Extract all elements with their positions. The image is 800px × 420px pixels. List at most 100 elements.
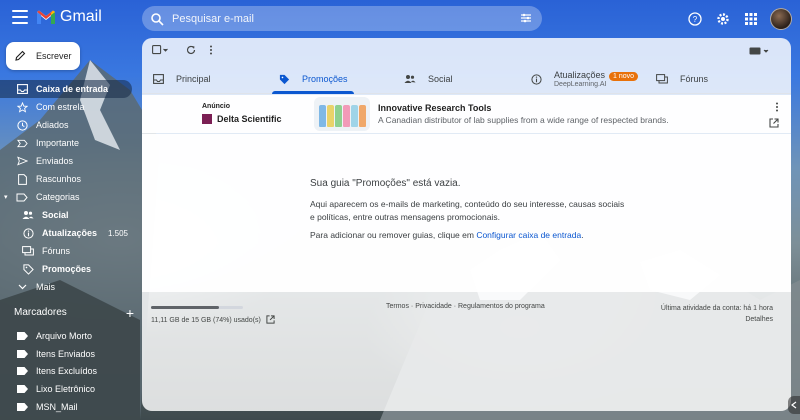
- sidebar-item-label: Importante: [36, 138, 80, 148]
- sidebar-item-sent[interactable]: Enviados: [0, 152, 140, 170]
- search-icon[interactable]: [150, 12, 164, 26]
- footer: 11,11 GB de 15 GB (74%) usado(s) Termos …: [142, 300, 791, 340]
- settings-gear-icon[interactable]: [714, 10, 732, 28]
- search-options-icon[interactable]: [520, 12, 532, 24]
- footer-links: Termos · Privacidade · Regulamentos do p…: [386, 303, 545, 310]
- apps-grid-icon[interactable]: [742, 10, 760, 28]
- open-external-icon[interactable]: [266, 315, 275, 326]
- forum-icon: [656, 73, 668, 85]
- app-name: Gmail: [60, 8, 102, 25]
- sidebar-item-label: Arquivo Morto: [36, 330, 93, 341]
- empty-hint: Para adicionar ou remover guias, clique …: [310, 230, 584, 240]
- sidebar-label-item[interactable]: Arquivo Morto: [0, 327, 140, 345]
- sidebar-item-drafts[interactable]: Rascunhos: [0, 170, 140, 188]
- program-policies-link[interactable]: Regulamentos do programa: [458, 303, 545, 310]
- sidebar-item-label: Mais: [36, 282, 56, 292]
- storage-text: 11,11 GB de 15 GB (74%) usado(s): [151, 317, 261, 324]
- compose-button[interactable]: Escrever: [6, 42, 80, 70]
- tag-icon: [22, 263, 34, 275]
- important-icon: [16, 137, 28, 149]
- open-external-icon[interactable]: [769, 117, 779, 131]
- tab-primary[interactable]: Principal: [152, 64, 211, 94]
- people-icon: [404, 73, 416, 85]
- activity-details-link[interactable]: Detalhes: [661, 314, 773, 325]
- gmail-logo[interactable]: Gmail: [36, 8, 102, 26]
- ad-sender: Delta Scientific: [217, 114, 282, 124]
- clock-icon: [16, 119, 28, 131]
- label-icon: [16, 330, 28, 342]
- sidebar-item-snoozed[interactable]: Adiados: [0, 116, 140, 134]
- tab-label: Fóruns: [680, 74, 709, 84]
- label-icon: [16, 348, 28, 360]
- labels-header: Marcadores +: [14, 306, 134, 320]
- tab-sublabel: DeepLearning.AI: [554, 81, 607, 88]
- tab-social[interactable]: Social: [404, 64, 453, 94]
- more-options-icon[interactable]: [209, 44, 213, 58]
- tab-label: Social: [428, 74, 453, 84]
- star-icon: [16, 101, 28, 113]
- storage-meter: [151, 306, 243, 309]
- side-panel-toggle[interactable]: [788, 396, 800, 414]
- account-avatar[interactable]: [770, 8, 792, 30]
- sidebar-item-starred[interactable]: Com estrela: [0, 98, 140, 116]
- labels-heading: Marcadores: [14, 307, 67, 318]
- sidebar-item-label: Categorias: [36, 192, 80, 202]
- pencil-icon: [15, 50, 26, 61]
- sidebar-label-item[interactable]: Itens Enviados: [0, 345, 140, 363]
- search-bar[interactable]: [142, 6, 542, 31]
- label-icon: [16, 383, 28, 395]
- empty-tab-message: Sua guia "Promoções" está vazia. Aqui ap…: [142, 134, 791, 292]
- sidebar-label-item[interactable]: MSN_Mail: [0, 398, 140, 416]
- sidebar-item-label: Caixa de entrada: [36, 84, 109, 94]
- advertiser-logo: [202, 114, 212, 124]
- sidebar-item-more[interactable]: Mais: [0, 278, 140, 296]
- sidebar-item-categories[interactable]: ▾ Categorias: [0, 188, 140, 206]
- sidebar-item-social[interactable]: Social: [0, 206, 140, 224]
- sidebar-item-label: MSN_Mail: [36, 402, 78, 413]
- refresh-icon[interactable]: [186, 44, 196, 58]
- input-tools-keyboard-icon[interactable]: [749, 44, 771, 58]
- tab-forums[interactable]: Fóruns: [656, 64, 708, 94]
- empty-body: Aqui aparecem os e-mails de marketing, c…: [310, 199, 625, 222]
- empty-hint-suffix: .: [581, 230, 584, 240]
- sidebar-item-updates[interactable]: Atualizações 1.505: [0, 224, 140, 242]
- privacy-link[interactable]: Privacidade: [415, 303, 452, 310]
- gmail-m-icon: [37, 10, 55, 24]
- last-activity-text: Última atividade da conta: há 1 hora: [660, 305, 773, 312]
- draft-icon: [16, 173, 28, 185]
- sidebar-label-item[interactable]: Lixo Eletrônico: [0, 380, 140, 398]
- tab-updates[interactable]: Atualizações 1 novo DeepLearning.AI: [530, 64, 639, 94]
- terms-link[interactable]: Termos: [386, 303, 409, 310]
- sidebar-item-important[interactable]: Importante: [0, 134, 140, 152]
- sidebar-item-forums[interactable]: Fóruns: [0, 242, 140, 260]
- send-icon: [16, 155, 28, 167]
- sidebar-item-inbox[interactable]: Caixa de entrada: [0, 80, 132, 98]
- add-label-button[interactable]: +: [126, 306, 134, 320]
- inbox-icon: [16, 83, 28, 95]
- storage-meter-fill: [151, 306, 220, 309]
- compose-label: Escrever: [36, 51, 72, 61]
- sidebar-item-label: Atualizações: [42, 228, 98, 238]
- mail-toolbar: [142, 38, 791, 62]
- sponsored-email-row[interactable]: Anúncio Delta Scientific Innovative Rese…: [142, 95, 791, 133]
- chevron-left-icon: [791, 401, 797, 409]
- more-options-icon[interactable]: [775, 101, 779, 115]
- ad-thumbnail-image: [314, 97, 370, 131]
- help-icon[interactable]: ?: [686, 10, 704, 28]
- search-input[interactable]: [172, 12, 512, 25]
- sidebar-item-promotions[interactable]: Promoções: [0, 260, 140, 278]
- sidebar-label-item[interactable]: Itens Excluídos: [0, 363, 140, 381]
- labels-list: Arquivo Morto Itens Enviados Itens Exclu…: [0, 327, 140, 416]
- sidebar-nav: Caixa de entrada Com estrela Adiados Imp…: [0, 80, 140, 296]
- tab-promotions[interactable]: Promoções: [272, 64, 354, 94]
- account-activity: Última atividade da conta: há 1 hora Det…: [661, 303, 773, 325]
- svg-text:?: ?: [693, 15, 698, 24]
- forum-icon: [22, 245, 34, 257]
- chevron-down-icon[interactable]: ▾: [4, 193, 8, 201]
- select-all-checkbox[interactable]: [152, 44, 168, 58]
- sidebar-item-label: Itens Excluídos: [36, 366, 98, 377]
- chevron-down-icon: [16, 281, 28, 293]
- configure-inbox-link[interactable]: Configurar caixa de entrada: [476, 230, 581, 240]
- main-menu-button[interactable]: [12, 10, 28, 24]
- ad-title: Innovative Research Tools: [378, 103, 492, 113]
